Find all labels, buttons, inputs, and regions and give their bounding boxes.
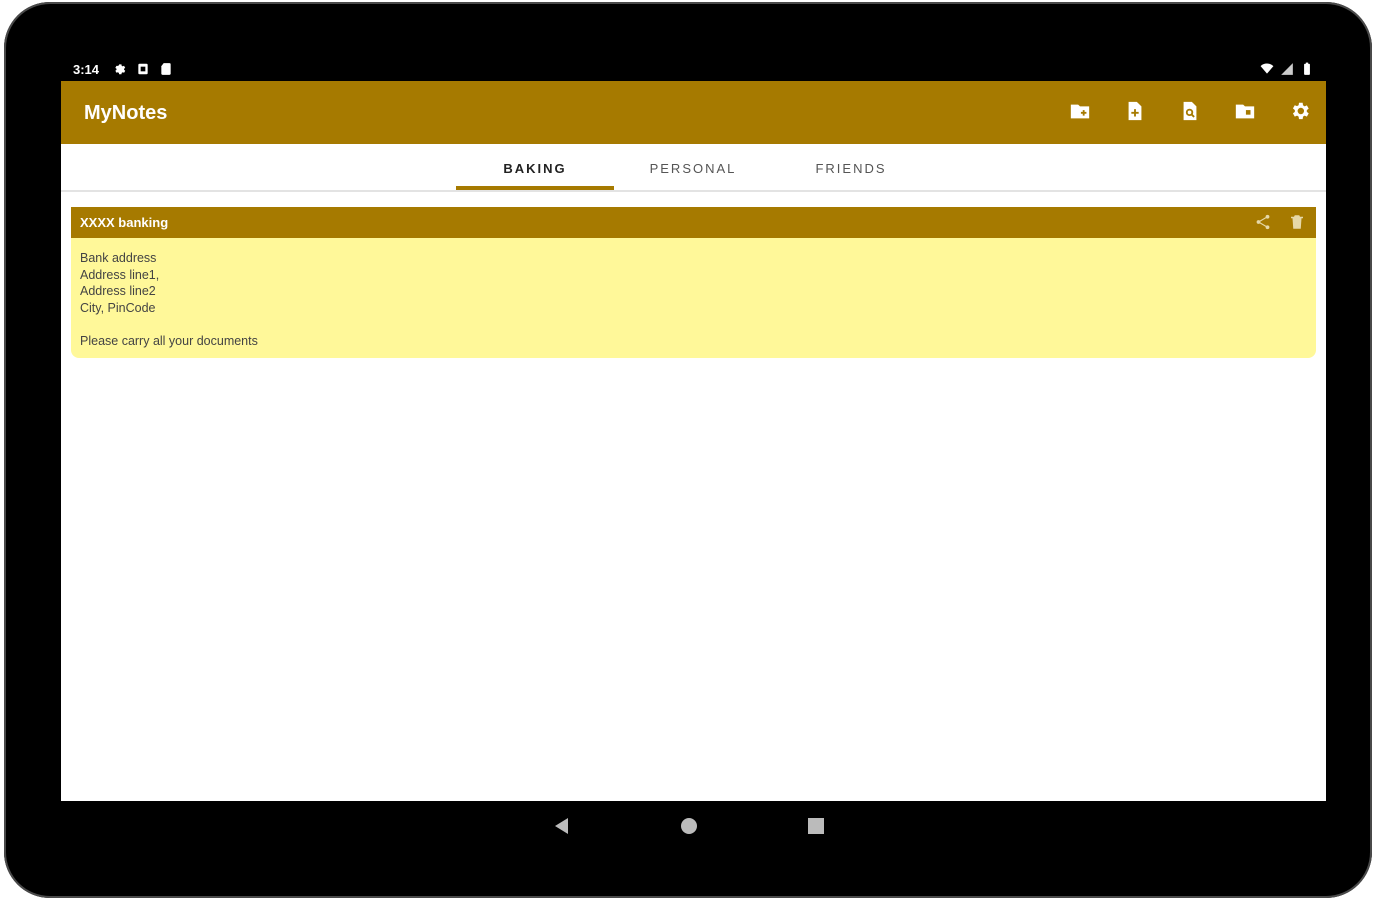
tab-indicator <box>456 186 614 190</box>
tab-friends[interactable]: FRIENDS <box>772 144 930 192</box>
note-title: XXXX banking <box>80 215 169 230</box>
note-line <box>80 316 1307 333</box>
signal-icon <box>1281 63 1293 75</box>
note-line: City, PinCode <box>80 300 156 315</box>
note-line: Please carry all your documents <box>80 333 258 348</box>
tablet-frame: 3:14 MyNotes BAKING PERSONAL FRIENDS XXX… <box>4 2 1372 898</box>
note-body: Bank address Address line1, Address line… <box>71 238 1316 358</box>
status-time: 3:14 <box>73 62 100 77</box>
screenshot-icon <box>138 63 148 75</box>
back-icon[interactable] <box>550 814 574 838</box>
tab-bar: BAKING PERSONAL FRIENDS <box>61 144 1326 192</box>
system-nav-bar <box>4 802 1376 852</box>
new-note-icon <box>1128 101 1142 121</box>
folder-icon <box>1235 104 1255 119</box>
new-note-button[interactable] <box>1121 97 1149 125</box>
delete-icon[interactable] <box>1288 213 1306 231</box>
find-note-button[interactable] <box>1176 97 1204 125</box>
tab-baking[interactable]: BAKING <box>456 144 614 192</box>
app-bar: MyNotes <box>61 81 1326 144</box>
search-note-icon <box>1183 101 1197 121</box>
folder-button[interactable] <box>1231 97 1259 125</box>
sd-card-icon <box>161 63 171 75</box>
note-line: Address line1, <box>80 267 160 282</box>
wifi-icon <box>1260 63 1274 74</box>
tab-personal[interactable]: PERSONAL <box>614 144 772 192</box>
share-icon[interactable] <box>1254 213 1272 231</box>
new-folder-button[interactable] <box>1066 97 1094 125</box>
note-header: XXXX banking <box>71 207 1316 238</box>
status-bar: 3:14 <box>61 59 1326 81</box>
recents-icon[interactable] <box>804 814 828 838</box>
app-title: MyNotes <box>84 102 168 124</box>
settings-icon <box>115 64 126 75</box>
new-folder-icon <box>1070 104 1090 119</box>
battery-icon <box>1304 62 1310 75</box>
note-card[interactable]: XXXX banking Bank address Address line1,… <box>71 207 1316 358</box>
settings-button[interactable] <box>1286 97 1314 125</box>
home-icon[interactable] <box>677 814 701 838</box>
settings-icon <box>1292 102 1309 120</box>
note-line: Bank address <box>80 251 157 265</box>
screen: 3:14 MyNotes BAKING PERSONAL FRIENDS XXX… <box>61 59 1326 801</box>
note-line: Address line2 <box>80 284 156 298</box>
